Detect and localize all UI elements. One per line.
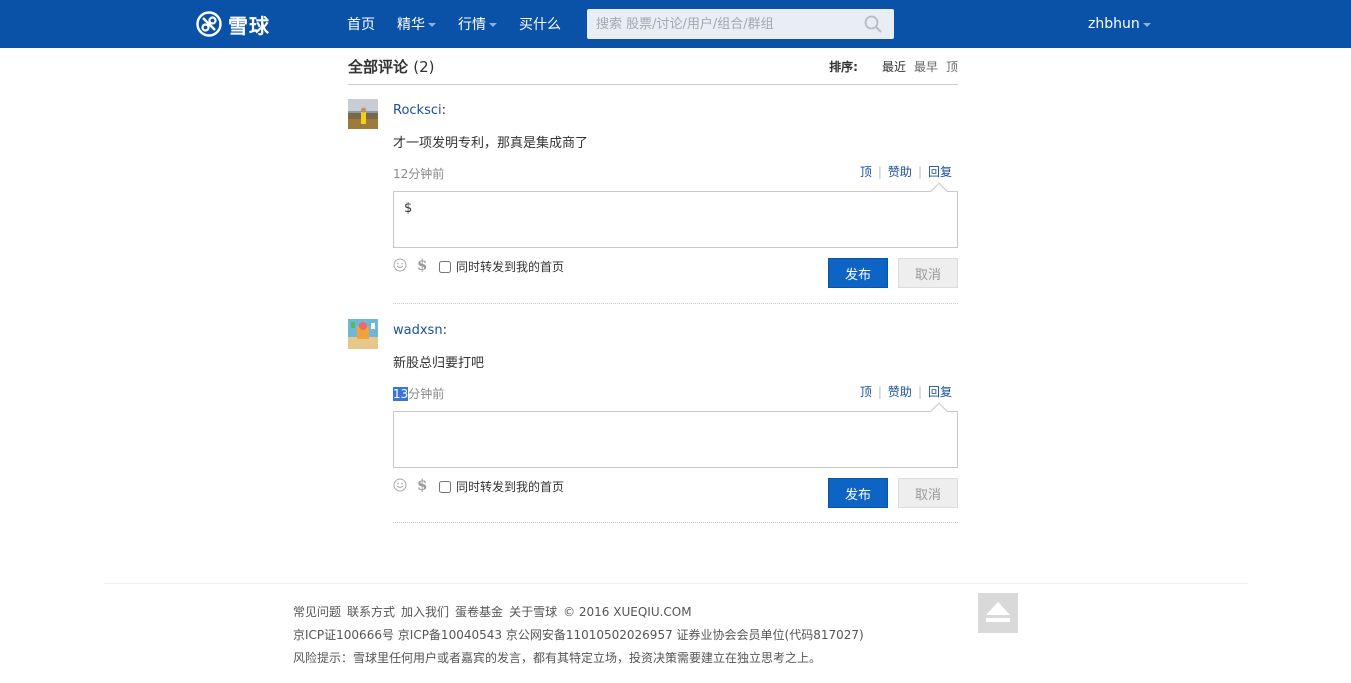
back-to-top-icon (986, 602, 1010, 615)
reply-input[interactable] (394, 192, 957, 247)
comment-author[interactable]: wadxsn (393, 323, 443, 338)
nav-what-to-buy-label: 买什么 (519, 17, 561, 33)
comment-time-highlight: 13 (393, 387, 409, 401)
sort-earliest[interactable]: 最早 (914, 58, 938, 75)
comment-body: Rocksci: 才一项发明专利，那真是集成商了 12分钟前 顶 | 赞助 | … (393, 99, 958, 288)
comment-time-text: 分钟前 (408, 387, 445, 401)
comment-actions: 顶 | 赞助 | 回复 (860, 383, 952, 400)
forward-label: 同时转发到我的首页 (456, 480, 565, 494)
cancel-button[interactable]: 取消 (898, 478, 958, 508)
logo[interactable]: 雪球 (196, 10, 270, 38)
footer-risk-notice: 风险提示：雪球里任何用户或者嘉宾的发言，都有其特定立场，投资决策需要建立在独立思… (293, 651, 822, 665)
comment-actions: 顶 | 赞助 | 回复 (860, 163, 952, 180)
reply-box (393, 402, 958, 468)
search-input[interactable] (587, 9, 847, 39)
comments-title: 全部评论 (2) (348, 56, 435, 77)
donate-link[interactable]: 赞助 (888, 383, 912, 400)
nav-what-to-buy[interactable]: 买什么 (519, 14, 561, 34)
main-nav: 首页 精华 行情 买什么 (347, 0, 583, 48)
top-navbar: 雪球 首页 精华 行情 买什么 zhbhun (0, 0, 1351, 48)
logo-text: 雪球 (228, 13, 270, 38)
cancel-button[interactable]: 取消 (898, 258, 958, 288)
user-menu[interactable]: zhbhun (1088, 0, 1151, 48)
comment-time-text: 12分钟前 (393, 167, 445, 181)
comment-text: 新股总归要打吧 (393, 356, 485, 371)
xueqiu-logo-icon (196, 11, 222, 37)
comment-time: 13分钟前 (393, 387, 444, 401)
comment-divider (393, 522, 958, 523)
comment-meta: 13分钟前 顶 | 赞助 | 回复 (393, 383, 958, 403)
comment-author[interactable]: Rocksci (393, 103, 442, 118)
nav-market-label: 行情 (458, 17, 486, 33)
search-icon[interactable] (864, 15, 882, 33)
publish-button[interactable]: 发布 (828, 478, 888, 508)
comment-text: 才一项发明专利，那真是集成商了 (393, 136, 589, 151)
comment-item: Rocksci: 才一项发明专利，那真是集成商了 12分钟前 顶 | 赞助 | … (348, 85, 958, 304)
back-to-top-bar (986, 618, 1010, 622)
footer-link-contact[interactable]: 联系方式 (347, 605, 395, 619)
comment-item: wadxsn: 新股总归要打吧 13分钟前 顶 | 赞助 | 回复 $ 同时转发… (348, 304, 958, 523)
forward-label: 同时转发到我的首页 (456, 260, 565, 274)
sort-latest[interactable]: 最近 (882, 58, 906, 75)
username: zhbhun (1088, 16, 1140, 32)
nav-home[interactable]: 首页 (347, 14, 375, 34)
comments-header: 全部评论 (2) 排序: 最近 最早 顶 (348, 48, 958, 85)
reply-toolbar: $ 同时转发到我的首页 发布 取消 (393, 256, 958, 288)
avatar-image (348, 319, 378, 349)
separator: | (877, 384, 882, 399)
chevron-down-icon (428, 23, 436, 27)
footer-links: 常见问题 联系方式 加入我们 蛋卷基金 关于雪球 © 2016 XUEQIU.COM (293, 601, 864, 624)
nav-home-label: 首页 (347, 17, 375, 33)
sort-top[interactable]: 顶 (946, 58, 958, 75)
comments-section: 全部评论 (2) 排序: 最近 最早 顶 Rocksci: 才一项发明专利，那真… (348, 48, 958, 523)
author-colon: : (442, 323, 447, 338)
emoji-icon[interactable] (393, 478, 407, 492)
comments-count: (2) (413, 57, 435, 76)
avatar[interactable] (348, 319, 378, 349)
emoji-icon[interactable] (393, 258, 407, 272)
comment-meta: 12分钟前 顶 | 赞助 | 回复 (393, 163, 958, 183)
avatar[interactable] (348, 99, 378, 129)
separator: | (917, 164, 922, 179)
back-to-top-button[interactable] (978, 593, 1018, 633)
comment-body: wadxsn: 新股总归要打吧 13分钟前 顶 | 赞助 | 回复 $ 同时转发… (393, 319, 958, 508)
footer-link-jobs[interactable]: 加入我们 (401, 605, 449, 619)
publish-button[interactable]: 发布 (828, 258, 888, 288)
author-colon: : (441, 103, 447, 118)
dollar-icon[interactable]: $ (417, 256, 427, 274)
separator: | (877, 164, 882, 179)
donate-link[interactable]: 赞助 (888, 163, 912, 180)
reply-link[interactable]: 回复 (928, 383, 952, 400)
upvote-link[interactable]: 顶 (860, 163, 872, 180)
nav-featured-label: 精华 (397, 17, 425, 33)
reply-box (393, 182, 958, 248)
forward-option[interactable]: 同时转发到我的首页 (439, 478, 564, 495)
upvote-link[interactable]: 顶 (860, 383, 872, 400)
footer: 常见问题 联系方式 加入我们 蛋卷基金 关于雪球 © 2016 XUEQIU.COM 京I… (293, 601, 864, 670)
separator: | (917, 384, 922, 399)
comments-title-text: 全部评论 (348, 57, 409, 76)
search-bar (587, 9, 894, 39)
footer-link-fund[interactable]: 蛋卷基金 (455, 605, 503, 619)
footer-license: 京ICP证100666号 京ICP备10040543 京公网安备11010502… (293, 628, 864, 642)
footer-link-about[interactable]: 关于雪球 (509, 605, 557, 619)
reply-input[interactable] (394, 412, 957, 467)
chevron-down-icon (489, 23, 497, 27)
sort-control: 排序: 最近 最早 顶 (829, 58, 958, 75)
nav-market[interactable]: 行情 (458, 14, 497, 34)
chevron-down-icon (1142, 23, 1151, 27)
forward-checkbox[interactable] (439, 480, 451, 493)
footer-link-faq[interactable]: 常见问题 (293, 605, 341, 619)
avatar-image (348, 99, 378, 129)
footer-copyright: © 2016 XUEQIU.COM (563, 605, 692, 619)
reply-toolbar: $ 同时转发到我的首页 发布 取消 (393, 476, 958, 508)
comment-time: 12分钟前 (393, 167, 444, 181)
forward-checkbox[interactable] (439, 260, 451, 273)
footer-divider (104, 583, 1248, 584)
forward-option[interactable]: 同时转发到我的首页 (439, 258, 564, 275)
sort-label: 排序: (829, 59, 858, 74)
dollar-icon[interactable]: $ (417, 476, 427, 494)
nav-featured[interactable]: 精华 (397, 14, 436, 34)
reply-link[interactable]: 回复 (928, 163, 952, 180)
